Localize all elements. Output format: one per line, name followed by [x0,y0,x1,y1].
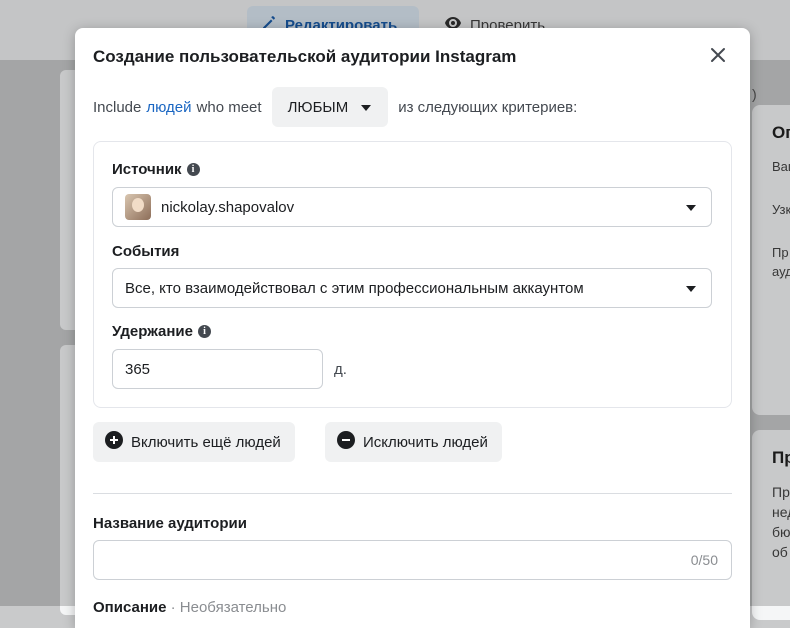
retention-unit: д. [334,361,347,378]
minus-circle-icon [337,431,355,453]
criteria-row: Include людей who meet ЛЮБЫМ из следующи… [93,87,577,127]
caret-down-icon [685,199,697,216]
criteria-middle: who meet [196,98,262,116]
divider [93,493,732,494]
description-label-text: Описание [93,599,167,616]
caret-down-icon [360,99,372,116]
info-icon[interactable]: i [198,325,211,338]
events-label-text: События [112,243,180,260]
include-more-label: Включить ещё людей [131,433,281,451]
criteria-suffix: из следующих критериев: [398,98,578,116]
match-any-dropdown[interactable]: ЛЮБЫМ [271,87,389,127]
audience-name-input[interactable] [93,540,732,580]
source-label-text: Источник [112,161,182,178]
close-button[interactable] [706,45,730,69]
match-any-value: ЛЮБЫМ [287,98,349,116]
description-label: Описание · Необязательно [93,599,286,616]
exclude-people-label: Исключить людей [363,433,488,451]
exclude-people-button[interactable]: Исключить людей [325,422,502,462]
info-icon[interactable]: i [186,163,200,176]
audience-name-label: Название аудитории [93,515,247,532]
plus-circle-icon [105,431,123,453]
source-value: nickolay.shapovalov [161,198,295,216]
avatar [125,194,151,220]
include-more-button[interactable]: Включить ещё людей [93,422,295,462]
description-optional: · Необязательно [170,599,287,616]
events-value: Все, кто взаимодействовал с этим професс… [125,279,584,297]
source-label: Источник i [112,161,200,178]
char-counter: 0/50 [690,552,718,568]
criteria-prefix: Include [93,98,142,116]
modal-title: Создание пользовательской аудитории Inst… [93,47,517,66]
people-link[interactable]: людей [146,99,191,116]
retention-input[interactable] [112,349,323,389]
caret-down-icon [685,280,697,297]
source-dropdown[interactable]: nickolay.shapovalov [112,187,712,227]
retention-label-text: Удержание [112,323,193,340]
criteria-box: Источник i nickolay.shapovalov События В… [93,141,732,408]
events-dropdown[interactable]: Все, кто взаимодействовал с этим професс… [112,268,712,308]
create-audience-modal: Создание пользовательской аудитории Inst… [75,28,750,628]
retention-label: Удержание i [112,323,211,340]
close-icon [710,47,726,68]
events-label: События [112,243,179,260]
